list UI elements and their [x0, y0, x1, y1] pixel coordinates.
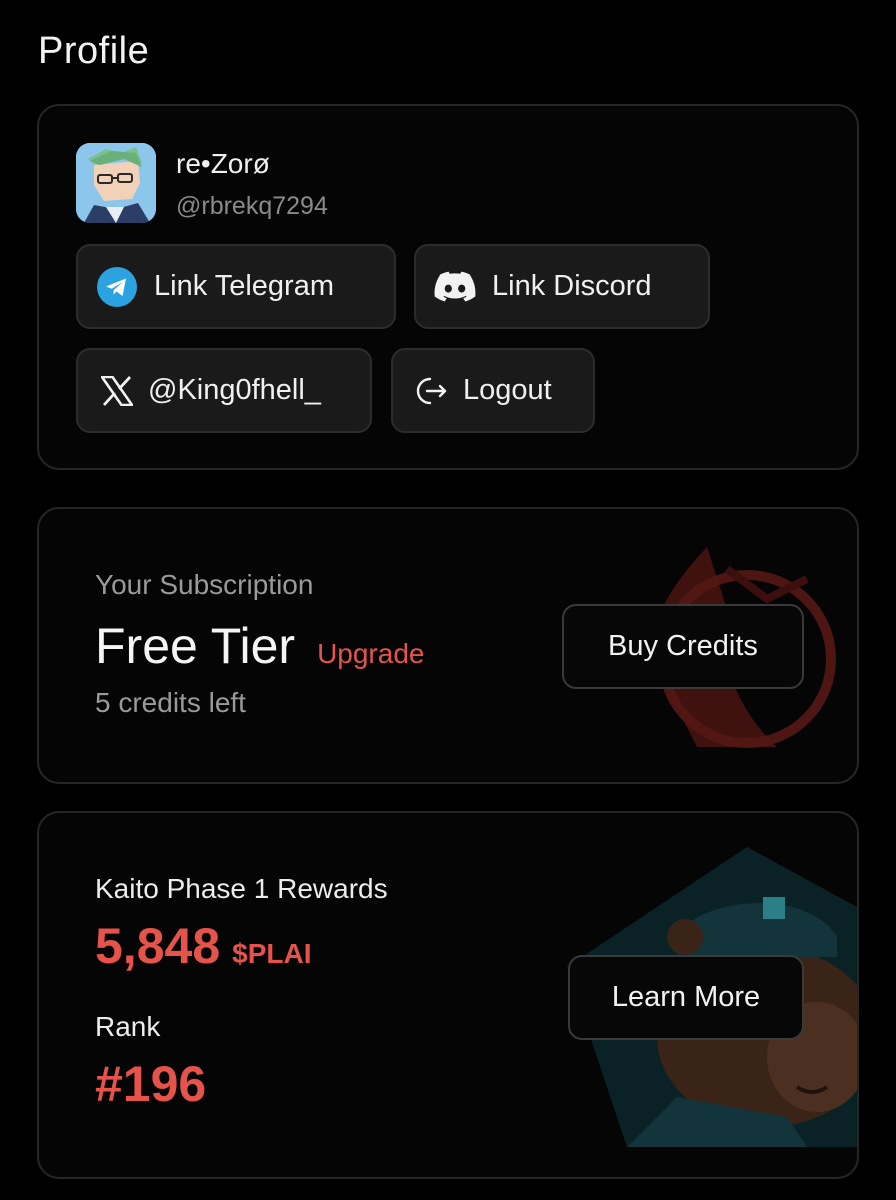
avatar[interactable]	[76, 143, 156, 223]
rank-label: Rank	[95, 1011, 161, 1042]
rewards-card: Kaito Phase 1 Rewards 5,848 $PLAI Rank #…	[37, 811, 859, 1179]
logout-label: Logout	[463, 374, 552, 406]
credits-left: 5 credits left	[95, 687, 246, 718]
discord-icon	[434, 266, 476, 308]
page-title: Profile	[38, 30, 150, 72]
rank-value: #196	[95, 1056, 207, 1112]
profile-card: re•Zorø @rbrekq7294 Link Telegram Link D…	[37, 104, 859, 470]
logout-icon	[411, 370, 453, 412]
tier-name: Free Tier	[95, 618, 296, 674]
rewards-token: $PLAI	[232, 938, 312, 969]
link-telegram-label: Link Telegram	[154, 270, 335, 302]
link-discord-button[interactable]: Link Discord	[414, 244, 710, 329]
upgrade-link[interactable]: Upgrade	[317, 638, 424, 670]
display-name: re•Zorø	[176, 148, 270, 179]
tier-row: Free Tier Upgrade	[95, 617, 424, 675]
subscription-label: Your Subscription	[95, 569, 314, 600]
buy-credits-button[interactable]: Buy Credits	[562, 604, 804, 689]
x-account-button[interactable]: @King0fhell_	[76, 348, 372, 433]
profile-page: Profile re•Zorø @rbrekq7294 Link Telegra…	[0, 0, 896, 1200]
link-discord-label: Link Discord	[492, 270, 652, 302]
link-telegram-button[interactable]: Link Telegram	[76, 244, 396, 329]
x-handle-label: @King0fhell_	[148, 374, 321, 406]
rewards-amount-row: 5,848 $PLAI	[95, 917, 311, 975]
username: @rbrekq7294	[176, 192, 328, 220]
x-logo-icon	[96, 370, 138, 412]
telegram-icon	[96, 266, 138, 308]
learn-more-button[interactable]: Learn More	[568, 955, 804, 1040]
rewards-label: Kaito Phase 1 Rewards	[95, 873, 388, 904]
logout-button[interactable]: Logout	[391, 348, 595, 433]
subscription-card: Your Subscription Free Tier Upgrade 5 cr…	[37, 507, 859, 784]
rewards-amount: 5,848	[95, 918, 221, 974]
